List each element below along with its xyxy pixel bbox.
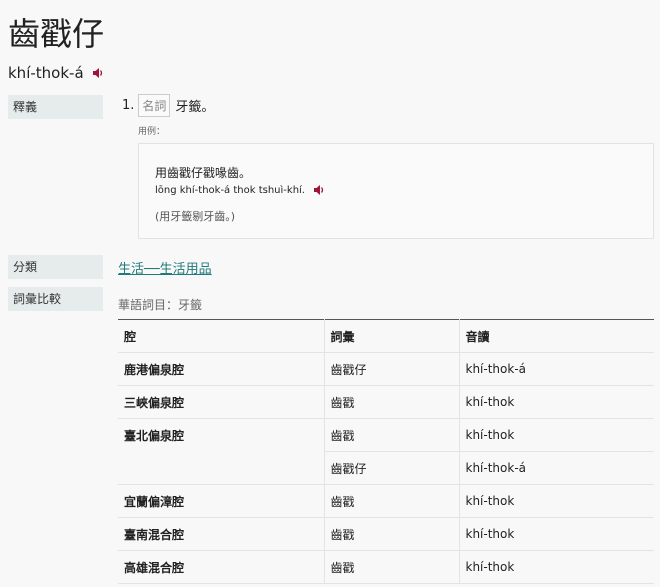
part-of-speech-badge: 名詞 xyxy=(138,94,171,117)
word-cell: 齒戳 xyxy=(324,418,460,452)
category-link[interactable]: 生活──生活用品 xyxy=(118,258,212,277)
table-row: 臺北偏泉腔 齒戳 khí-thok xyxy=(118,418,654,452)
table-row: 高雄混合腔 齒戳 khí-thok xyxy=(118,550,654,584)
table-row: 臺南混合腔 齒戳 khí-thok xyxy=(118,517,654,551)
word-cell: 齒戳 xyxy=(324,385,460,419)
comparison-title: 華語詞目：牙籤 xyxy=(118,298,203,312)
column-header-word: 詞彙 xyxy=(324,319,460,353)
speaker-icon[interactable] xyxy=(92,67,104,79)
reading-cell: khí-thok xyxy=(459,385,654,419)
entry-pronunciation: khí-thok-á xyxy=(8,62,104,84)
reading-cell: khí-thok-á xyxy=(459,352,654,386)
example-lomaji-text: lōng khí-thok-á thok tshuì-khí. xyxy=(155,184,305,196)
accent-cell: 三峽偏泉腔 xyxy=(118,385,325,419)
column-header-reading: 音讀 xyxy=(459,319,654,353)
reading-cell: khí-thok xyxy=(459,418,654,452)
speaker-icon[interactable] xyxy=(313,184,325,196)
example-label: 用例： xyxy=(138,127,166,137)
table-header-row: 腔 詞彙 音讀 xyxy=(118,319,654,353)
sense-meaning: 牙籤。 xyxy=(175,100,215,115)
word-cell: 齒戳仔 xyxy=(324,352,460,386)
table-row: 齒戳仔 khí-thok-á xyxy=(118,451,654,485)
accent-cell: 高雄混合腔 xyxy=(118,550,325,584)
example-romanization: lōng khí-thok-á thok tshuì-khí. xyxy=(155,184,325,196)
accent-cell: 臺南混合腔 xyxy=(118,517,325,551)
column-header-accent: 腔 xyxy=(118,319,325,353)
reading-cell: khí-thok-á xyxy=(459,451,654,485)
reading-cell: khí-thok xyxy=(459,517,654,551)
accent-cell: 臺北偏泉腔 xyxy=(118,418,325,452)
word-cell: 齒戳 xyxy=(324,517,460,551)
accent-cell: 鹿港偏泉腔 xyxy=(118,352,325,386)
word-cell: 齒戳 xyxy=(324,484,460,518)
sense-line: 1. 名詞 牙籤。 xyxy=(122,94,214,117)
reading-cell: khí-thok xyxy=(459,550,654,584)
accent-cell: 宜蘭偏漳腔 xyxy=(118,484,325,518)
example-hanji: 用齒戳仔戳喙齒。 xyxy=(155,166,252,180)
example-translation: (用牙籤剔牙齒。) xyxy=(155,210,236,223)
table-row: 宜蘭偏漳腔 齒戳 khí-thok xyxy=(118,484,654,518)
table-row: 三峽偏泉腔 齒戳 khí-thok xyxy=(118,385,654,419)
entry-title: 齒戳仔 xyxy=(8,15,105,53)
romanization-text: khí-thok-á xyxy=(8,64,84,82)
comparison-label: 詞彙比較 xyxy=(8,287,103,311)
accent-cell xyxy=(118,451,325,485)
word-cell: 齒戳 xyxy=(324,550,460,584)
reading-cell: khí-thok xyxy=(459,484,654,518)
definition-label: 釋義 xyxy=(8,95,103,119)
example-box: 用齒戳仔戳喙齒。 lōng khí-thok-á thok tshuì-khí.… xyxy=(138,143,654,239)
sense-number: 1. xyxy=(122,98,135,113)
word-cell: 齒戳仔 xyxy=(324,451,460,485)
table-row: 鹿港偏泉腔 齒戳仔 khí-thok-á xyxy=(118,352,654,386)
category-label: 分類 xyxy=(8,255,103,279)
dialect-comparison-table: 腔 詞彙 音讀 鹿港偏泉腔 齒戳仔 khí-thok-á 三峽偏泉腔 齒戳 kh… xyxy=(118,319,654,584)
